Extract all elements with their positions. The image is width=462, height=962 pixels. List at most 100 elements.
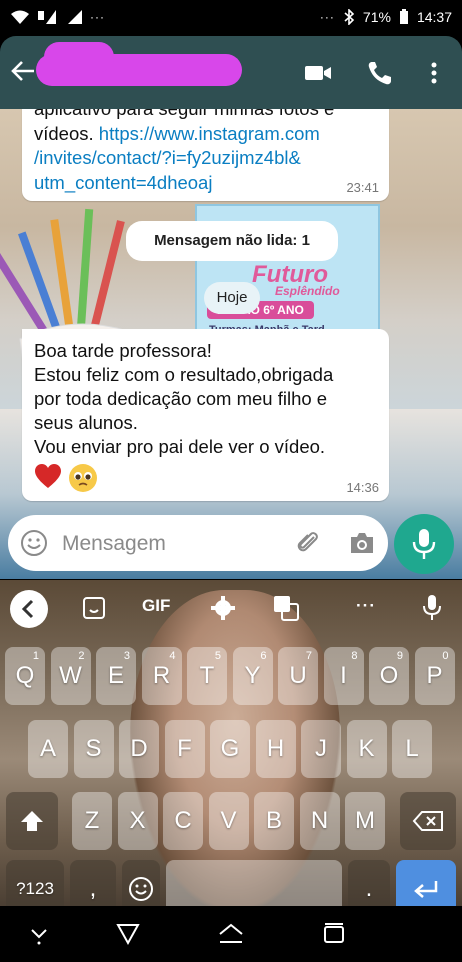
comma-key[interactable]: ,	[70, 860, 116, 906]
shift-key[interactable]	[6, 792, 58, 850]
symbols-key[interactable]: ?123	[6, 860, 64, 906]
enter-key[interactable]	[396, 860, 456, 906]
key-s-label: S	[85, 735, 102, 762]
chat-area[interactable]: Futuro Esplêndido DIM AO 6º ANO Turmas: …	[0, 109, 462, 579]
message-input[interactable]: Mensagem	[62, 532, 166, 556]
keyboard-mic-icon[interactable]	[422, 594, 442, 622]
key-p[interactable]: P0	[414, 647, 455, 705]
key-g-label: G	[220, 735, 240, 762]
key-h-label: H	[266, 735, 285, 762]
navigation-bar	[0, 906, 462, 962]
key-h[interactable]: H	[255, 720, 296, 778]
contact-name-redacted[interactable]	[36, 42, 242, 86]
key-d[interactable]: D	[119, 720, 159, 778]
key-c[interactable]: C	[163, 792, 203, 850]
key-b[interactable]: B	[254, 792, 294, 850]
key-o-label: O	[379, 662, 399, 689]
incoming-message-time: 14:36	[346, 480, 379, 495]
voice-message-button[interactable]	[394, 514, 454, 574]
key-l[interactable]: L	[392, 720, 432, 778]
key-e[interactable]: E3	[96, 647, 136, 705]
sticker-icon[interactable]	[82, 596, 106, 620]
key-j-label: J	[315, 735, 327, 762]
back-arrow-icon[interactable]	[10, 58, 36, 84]
gif-button[interactable]: GIF	[142, 596, 170, 616]
key-r-hint: 4	[169, 650, 176, 662]
key-u[interactable]: U7	[278, 647, 318, 705]
key-g[interactable]: G	[210, 720, 250, 778]
key-q[interactable]: Q1	[5, 647, 45, 705]
battery-percent: 71%	[362, 9, 391, 25]
voice-call-icon[interactable]	[366, 59, 394, 87]
key-w[interactable]: W2	[50, 647, 91, 705]
period-key-label: .	[365, 875, 373, 902]
pleading-face-icon	[69, 464, 97, 492]
translate-icon[interactable]	[273, 595, 299, 621]
key-u-label: U	[289, 662, 307, 689]
key-v[interactable]: V	[208, 792, 249, 850]
instagram-link-l1[interactable]: https://www.instagram.com	[99, 123, 320, 144]
key-x-label: X	[129, 807, 146, 834]
virtual-keyboard: GIF ··· Q1W2E3R4T5Y6U7I8O9P0ASDFGHJKLZXC…	[0, 580, 462, 906]
key-i-label: I	[340, 662, 347, 689]
keyboard-collapse-button[interactable]	[10, 590, 48, 628]
previous-message-text: vídeos. https://www.instagram.com /invit…	[34, 122, 377, 196]
emoji-key[interactable]	[122, 860, 160, 906]
more-tools-button[interactable]: ···	[356, 596, 376, 616]
key-r[interactable]: R4	[141, 647, 182, 705]
key-f-label: F	[177, 735, 192, 762]
period-key[interactable]: .	[348, 860, 390, 906]
shift-arrow-icon	[21, 811, 43, 831]
key-k-label: K	[358, 735, 375, 762]
key-j[interactable]: J	[301, 720, 341, 778]
key-k[interactable]: K	[346, 720, 387, 778]
key-q-hint: 1	[32, 650, 39, 662]
key-u-hint: 7	[305, 650, 312, 662]
unread-messages-badge: Mensagem não lida: 1	[126, 221, 338, 261]
emoji-picker-icon[interactable]	[20, 529, 48, 557]
camera-icon[interactable]	[348, 530, 376, 556]
key-y-label: Y	[244, 662, 261, 689]
incoming-message-bubble[interactable]: Boa tarde professora! Estou feliz com o …	[22, 329, 389, 501]
key-x[interactable]: X	[117, 792, 158, 850]
space-key[interactable]	[166, 860, 342, 906]
key-w-hint: 2	[78, 650, 85, 662]
key-w-label: W	[59, 662, 82, 689]
key-y[interactable]: Y6	[232, 647, 273, 705]
key-z-label: Z	[84, 807, 100, 834]
back-nav-icon[interactable]	[116, 922, 140, 946]
backspace-key[interactable]	[400, 792, 456, 850]
video-call-icon[interactable]	[304, 59, 332, 87]
previous-message-prefix: vídeos.	[34, 122, 99, 144]
battery-icon	[399, 9, 408, 24]
home-nav-icon[interactable]	[218, 922, 244, 946]
attach-clip-icon[interactable]	[294, 529, 322, 557]
instagram-link-l2[interactable]: /invites/contact/?i=fy2uzijmz4bl&	[34, 147, 301, 168]
key-o[interactable]: O9	[369, 647, 409, 705]
recents-nav-icon[interactable]	[322, 922, 346, 946]
status-right: ··· 71% 14:37	[320, 9, 452, 25]
key-t[interactable]: T5	[187, 647, 227, 705]
key-q-label: Q	[15, 662, 35, 689]
key-r-label: R	[152, 662, 171, 689]
signal-2-icon	[68, 10, 82, 24]
wifi-icon	[11, 10, 29, 24]
red-heart-icon	[35, 464, 61, 488]
instagram-link-l3[interactable]: utm_content=4dheoaj	[34, 172, 212, 193]
key-a[interactable]: A	[28, 720, 68, 778]
hide-keyboard-icon[interactable]	[28, 922, 50, 946]
key-d-label: D	[130, 735, 148, 762]
keyboard-toolbar: GIF ···	[0, 580, 462, 636]
previous-message-bubble[interactable]: aplicativo para seguir minhas fotos e ví…	[22, 109, 389, 201]
settings-gear-icon[interactable]	[210, 595, 236, 621]
key-z[interactable]: Z	[72, 792, 112, 850]
key-m[interactable]: M	[345, 792, 385, 850]
key-f[interactable]: F	[164, 720, 205, 778]
key-i[interactable]: I8	[323, 647, 364, 705]
status-bar: ··· ··· 71% 14:37	[0, 0, 462, 36]
key-s[interactable]: S	[73, 720, 114, 778]
key-n[interactable]: N	[299, 792, 340, 850]
bluetooth-icon	[344, 9, 355, 25]
more-options-icon[interactable]	[420, 59, 448, 87]
message-composer[interactable]: Mensagem	[8, 515, 388, 571]
